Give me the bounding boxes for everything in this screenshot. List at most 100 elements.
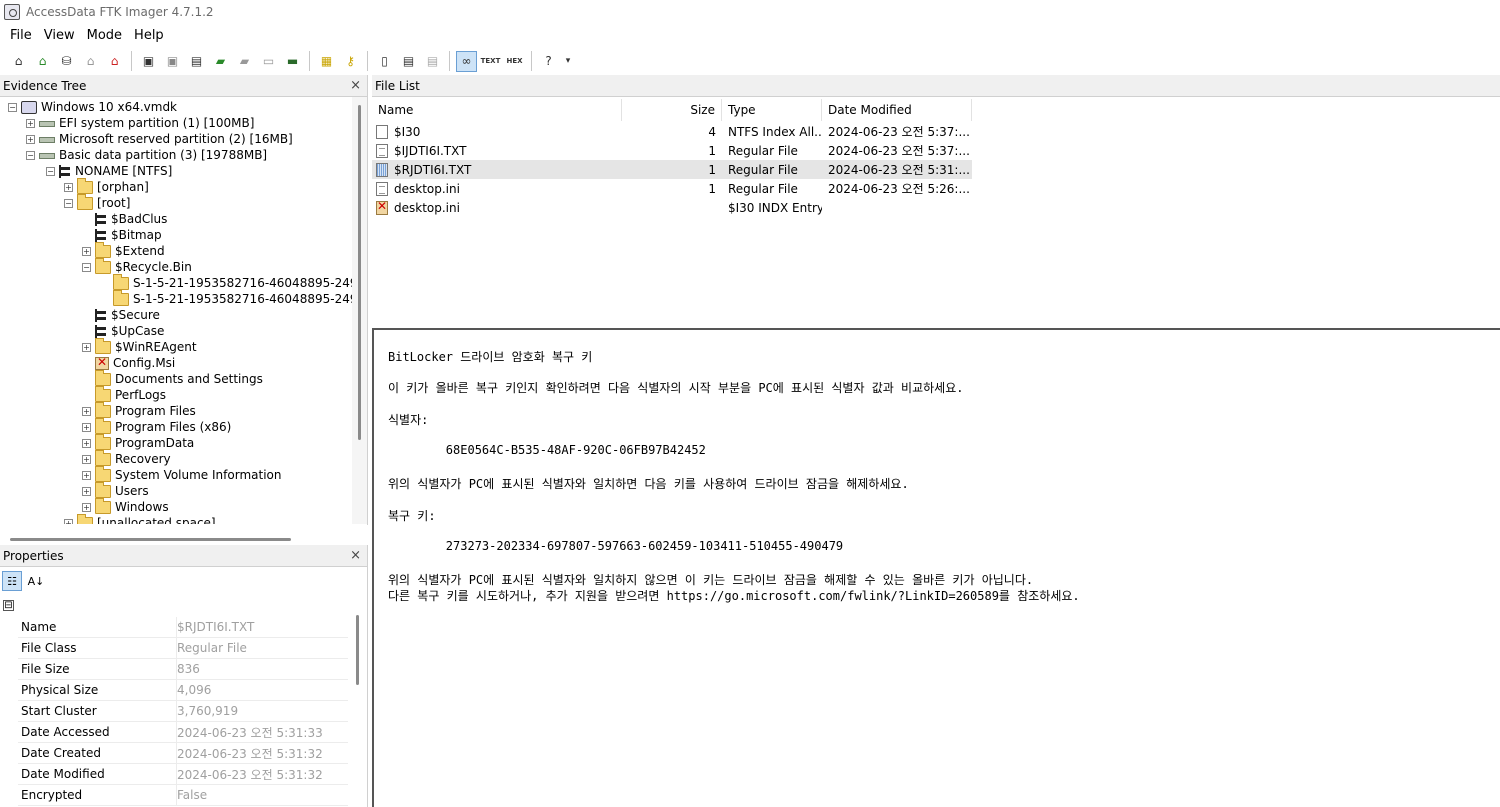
tree-node[interactable]: + $WinREAgent: [82, 337, 197, 355]
properties-scrollbar[interactable]: [350, 595, 365, 807]
file-list-pane: File List Name Size Type Date Modified $…: [372, 75, 1500, 327]
expand-icon[interactable]: +: [82, 438, 91, 448]
tree-node[interactable]: $Secure: [82, 307, 160, 323]
categorized-view-icon[interactable]: ☷: [2, 571, 22, 591]
column-date-modified[interactable]: Date Modified: [822, 99, 972, 121]
expand-icon[interactable]: +: [26, 118, 35, 128]
group-collapse-icon[interactable]: ⊟: [3, 600, 14, 611]
image-mounting-icon[interactable]: ⛁: [56, 51, 77, 72]
memory-capture-icon[interactable]: ▬: [282, 51, 303, 72]
property-row[interactable]: Date Modified 2024-06-23 오전 5:31:32: [18, 763, 348, 785]
properties-title: Properties: [3, 548, 64, 563]
toolbar-overflow-icon[interactable]: ▾: [562, 51, 574, 72]
column-size[interactable]: Size: [622, 99, 722, 121]
tree-node[interactable]: S-1-5-21-1953582716-46048895-249179: [100, 289, 353, 307]
file-row[interactable]: $IJDTI6I.TXT 1 Regular File 2024-06-23 오전 5…: [372, 141, 972, 160]
expand-icon[interactable]: +: [82, 246, 91, 256]
menu-view[interactable]: View: [38, 28, 81, 43]
collapse-icon[interactable]: −: [64, 198, 73, 208]
tree-node[interactable]: S-1-5-21-1953582716-46048895-249179: [100, 273, 353, 291]
expand-icon[interactable]: +: [82, 422, 91, 432]
create-custom-image-icon[interactable]: ▰: [234, 51, 255, 72]
property-row[interactable]: Encrypted False: [18, 784, 348, 806]
tree-node[interactable]: − Windows 10 x64.vmdk: [8, 99, 177, 115]
property-row[interactable]: Physical Size 4,096: [18, 679, 348, 701]
file-row[interactable]: $RJDTI6I.TXT 1 Regular File 2024-06-23 오전 5…: [372, 160, 972, 179]
expand-icon[interactable]: +: [82, 342, 91, 352]
remove-all-evidence-icon[interactable]: ⌂: [104, 51, 125, 72]
properties-pane: Properties × ☷ A↓ ⊟ Name $RJDTI6I.TXT File…: [0, 545, 368, 807]
tree-node[interactable]: + Users: [82, 481, 149, 499]
remove-evidence-icon[interactable]: ⌂: [80, 51, 101, 72]
text-view-button[interactable]: TEXT: [480, 51, 501, 72]
property-row[interactable]: File Class Regular File: [18, 637, 348, 659]
property-row[interactable]: Date Accessed 2024-06-23 오전 5:31:33: [18, 721, 348, 743]
tree-node[interactable]: + Program Files (x86): [82, 417, 231, 435]
menu-mode[interactable]: Mode: [81, 28, 128, 43]
tree-node[interactable]: + EFI system partition (1) [100MB]: [26, 115, 254, 131]
menu-help[interactable]: Help: [128, 28, 170, 43]
file-row[interactable]: $I30 4 NTFS Index All... 2024-06-23 오전 5:37…: [372, 122, 972, 141]
add-all-evidence-icon[interactable]: ⌂: [32, 51, 53, 72]
evidence-tree-hscrollbar[interactable]: [0, 533, 368, 541]
close-icon[interactable]: ×: [350, 548, 361, 563]
file-row[interactable]: desktop.ini $I30 INDX Entry: [372, 198, 972, 217]
property-row[interactable]: Name $RJDTI6I.TXT: [18, 616, 348, 638]
column-name[interactable]: Name: [372, 99, 622, 121]
collapse-icon[interactable]: −: [8, 102, 17, 112]
sort-az-icon[interactable]: A↓: [26, 571, 46, 591]
tree-node[interactable]: + System Volume Information: [82, 465, 281, 483]
expand-icon[interactable]: +: [82, 406, 91, 416]
viewer-line: 위의 식별자가 PC에 표시된 식별자와 일치하지 않으면 이 키는 드라이브 …: [388, 573, 1034, 587]
expand-icon[interactable]: +: [64, 518, 73, 524]
expand-icon[interactable]: +: [82, 470, 91, 480]
toolbar-separator: [531, 51, 532, 71]
expand-icon[interactable]: +: [26, 134, 35, 144]
column-type[interactable]: Type: [722, 99, 822, 121]
collapse-icon[interactable]: −: [82, 262, 91, 272]
folder-icon: [77, 513, 93, 524]
expand-icon[interactable]: +: [82, 486, 91, 496]
document-disabled-icon[interactable]: ▤: [422, 51, 443, 72]
tree-node[interactable]: − NONAME [NTFS]: [46, 163, 172, 179]
new-document-icon[interactable]: ▯: [374, 51, 395, 72]
property-key: Name: [18, 616, 177, 638]
menu-file[interactable]: File: [4, 28, 38, 43]
tree-node[interactable]: + [unallocated space]: [64, 513, 216, 524]
property-row[interactable]: Start Cluster 3,760,919: [18, 700, 348, 722]
add-evidence-icon[interactable]: ⌂: [8, 51, 29, 72]
export-files-icon[interactable]: ▦: [316, 51, 337, 72]
evidence-tree-scrollbar[interactable]: [352, 97, 367, 524]
collapse-icon[interactable]: −: [46, 166, 55, 176]
property-row[interactable]: Date Created 2024-06-23 오전 5:31:32: [18, 742, 348, 764]
property-value: 2024-06-23 오전 5:31:33: [177, 725, 323, 740]
tree-node[interactable]: − [root]: [64, 193, 130, 211]
obtain-protected-files-icon[interactable]: ⚷: [340, 51, 361, 72]
expand-icon[interactable]: +: [82, 502, 91, 512]
file-size: 1: [708, 143, 716, 158]
close-icon[interactable]: ×: [350, 78, 361, 93]
export-disk-image-icon[interactable]: ▣: [162, 51, 183, 72]
expand-icon[interactable]: +: [64, 182, 73, 192]
collapse-icon[interactable]: −: [26, 150, 35, 160]
help-icon[interactable]: ?: [538, 51, 559, 72]
tree-node[interactable]: + Microsoft reserved partition (2) [16MB]: [26, 131, 293, 147]
content-viewer[interactable]: BitLocker 드라이브 암호화 복구 키 이 키가 올바른 복구 키인지 …: [372, 328, 1500, 807]
decrypt-icon[interactable]: ▭: [258, 51, 279, 72]
tree-node[interactable]: $BadClus: [82, 211, 167, 227]
tree-node-label: Basic data partition (3) [19788MB]: [59, 148, 268, 162]
tree-node[interactable]: − $Recycle.Bin: [82, 257, 192, 275]
tree-node[interactable]: − Basic data partition (3) [19788MB]: [26, 147, 267, 163]
hex-view-button[interactable]: HEX: [504, 51, 525, 72]
auto-view-icon[interactable]: ∞: [456, 50, 477, 72]
add-to-custom-image-icon[interactable]: ▰: [210, 51, 231, 72]
create-disk-image-icon[interactable]: ▣: [138, 51, 159, 72]
export-logical-image-icon[interactable]: ▤: [186, 51, 207, 72]
tree-node[interactable]: + Windows: [82, 497, 169, 515]
file-row[interactable]: desktop.ini 1 Regular File 2024-06-23 오전 5:…: [372, 179, 972, 198]
document-icon[interactable]: ▤: [398, 51, 419, 72]
expand-icon[interactable]: +: [82, 454, 91, 464]
tree-node[interactable]: $Bitmap: [82, 227, 162, 243]
tree-node[interactable]: Documents and Settings: [82, 369, 263, 387]
property-row[interactable]: File Size 836: [18, 658, 348, 680]
